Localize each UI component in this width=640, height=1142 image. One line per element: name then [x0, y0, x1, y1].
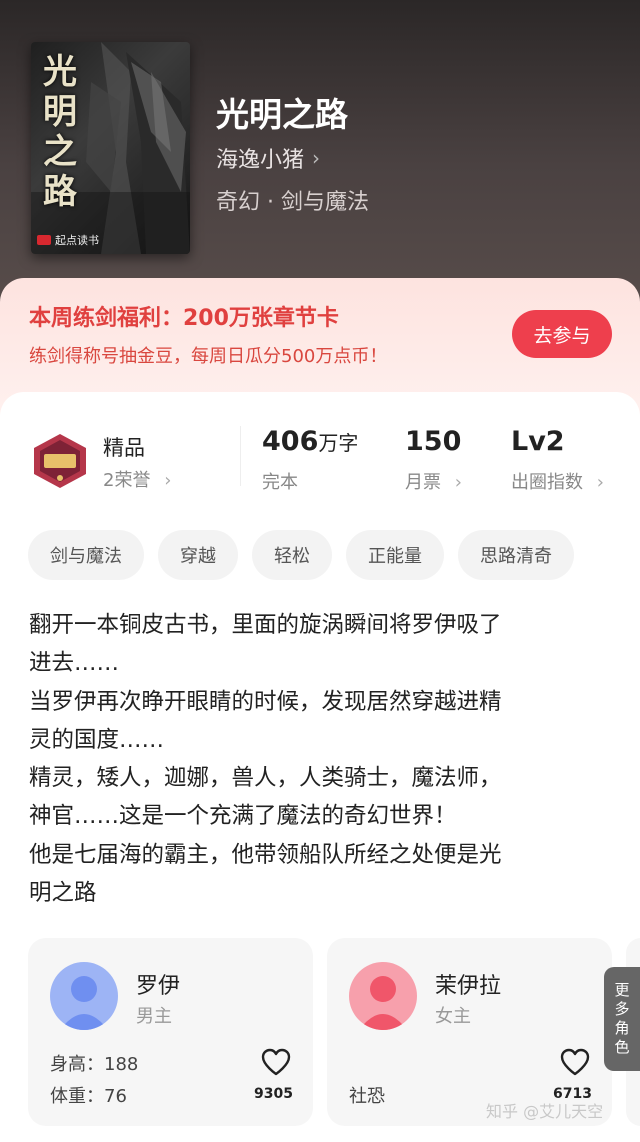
join-button[interactable]: 去参与	[512, 310, 612, 358]
popularity-index-label: 出圈指数	[511, 472, 583, 493]
cover-title: 光明之路	[43, 52, 77, 212]
character-weight: 体重：76	[50, 1086, 127, 1107]
character-role: 女主	[435, 1006, 471, 1027]
word-count-unit: 万字	[318, 431, 359, 455]
book-cover[interactable]: 光明之路 起点读书	[31, 42, 190, 254]
cover-brand: 起点读书	[37, 232, 99, 248]
character-name: 罗伊	[136, 974, 181, 999]
cover-brand-label: 起点读书	[55, 234, 99, 247]
tag-chip[interactable]: 正能量	[346, 530, 444, 580]
word-count-value: 406	[262, 426, 319, 457]
more-characters-button[interactable]: 更 多 角 色	[604, 967, 640, 1071]
qidian-logo-icon	[37, 235, 51, 245]
chevron-right-icon: ›	[596, 472, 604, 493]
book-synopsis[interactable]: 翻开一本铜皮古书，里面的旋涡瞬间将罗伊吸了 进去…… 当罗伊再次睁开眼睛的时候，…	[29, 606, 609, 912]
popularity-index-link[interactable]: 出圈指数 ›	[511, 468, 604, 494]
promo-title: 本周练剑福利：200万张章节卡	[29, 306, 339, 331]
book-header: 光明之路 起点读书 光明之路 海逸小猪 › 奇幻 · 剑与魔法	[0, 0, 640, 300]
female-avatar-icon	[349, 962, 417, 1030]
word-count: 406万字	[262, 426, 358, 457]
popularity-level-value: Lv2	[511, 426, 565, 457]
monthly-tickets-value: 150	[405, 426, 462, 457]
heart-icon[interactable]	[560, 1048, 590, 1076]
chevron-right-icon: ›	[454, 472, 462, 493]
book-detail-panel: 精品 2荣誉 › 406万字 完本 150 月票 › Lv2 出圈指数 › 剑与…	[0, 392, 640, 1142]
stats-divider	[240, 426, 241, 486]
character-role: 男主	[136, 1006, 172, 1027]
chevron-right-icon: ›	[164, 470, 172, 491]
author-name: 海逸小猪	[216, 148, 305, 173]
monthly-tickets-label: 月票	[405, 472, 441, 493]
honors-link[interactable]: 2荣誉 ›	[103, 466, 171, 492]
character-height: 身高：188	[50, 1054, 139, 1075]
heart-icon[interactable]	[261, 1048, 291, 1076]
chevron-right-icon: ›	[312, 146, 321, 170]
tag-chip[interactable]: 思路清奇	[458, 530, 574, 580]
zhihu-watermark: 知乎 @艾儿天空	[486, 1102, 604, 1121]
like-count: 9305	[254, 1086, 293, 1102]
book-title: 光明之路	[216, 95, 348, 134]
monthly-tickets-link[interactable]: 月票 ›	[405, 468, 462, 494]
more-characters-label: 多	[614, 1000, 630, 1018]
tag-chip[interactable]: 剑与魔法	[28, 530, 144, 580]
more-characters-label: 角	[614, 1019, 630, 1037]
tag-chip[interactable]: 轻松	[252, 530, 332, 580]
more-characters-label: 色	[614, 1038, 630, 1056]
tag-list: 剑与魔法 穿越 轻松 正能量 思路清奇	[28, 530, 574, 580]
author-link[interactable]: 海逸小猪 ›	[216, 142, 320, 174]
honors-count: 2荣誉	[103, 470, 151, 491]
more-characters-label: 更	[614, 981, 630, 999]
character-trait: 社恐	[349, 1086, 385, 1107]
premium-badge-icon[interactable]	[30, 432, 90, 490]
character-card[interactable]: 罗伊 男主 身高：188 体重：76 9305	[28, 938, 313, 1126]
character-avatar	[50, 962, 118, 1030]
book-genre: 奇幻 · 剑与魔法	[216, 190, 369, 215]
male-avatar-icon	[50, 962, 118, 1030]
completion-status: 完本	[262, 472, 298, 493]
character-avatar	[349, 962, 417, 1030]
badge-label: 精品	[103, 436, 145, 460]
tag-chip[interactable]: 穿越	[158, 530, 238, 580]
promo-subtitle: 练剑得称号抽金豆，每周日瓜分500万点币！	[29, 346, 388, 367]
character-name: 茉伊拉	[435, 974, 502, 999]
